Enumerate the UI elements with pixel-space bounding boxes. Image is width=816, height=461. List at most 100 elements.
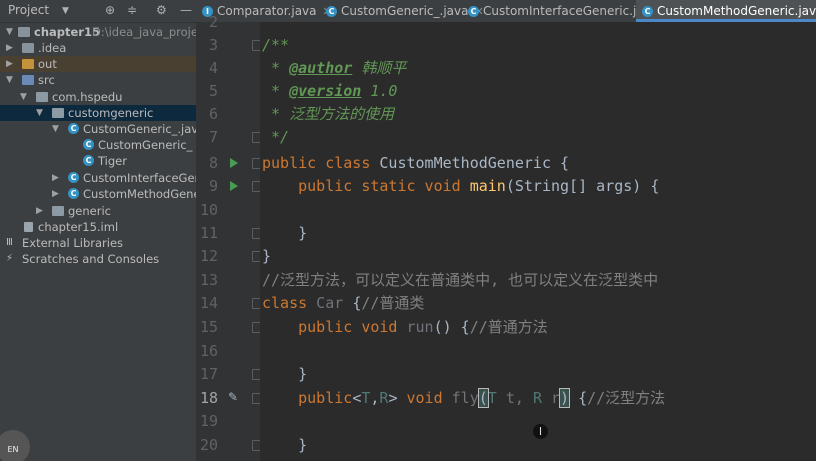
- editor-gutter[interactable]: 2 3 4 5 6 7 8 9 10 11 12 13 14 15 16 17 …: [196, 13, 261, 461]
- code-line-9: public static void main(String[] args) {: [262, 175, 659, 198]
- line-number: 16: [199, 342, 218, 360]
- class-icon: C: [83, 139, 94, 150]
- java-file-icon: C: [326, 6, 337, 17]
- keyword: public void: [262, 318, 398, 336]
- chevron-right-icon[interactable]: ▶: [52, 186, 62, 202]
- tree-item-iml[interactable]: chapter15.iml: [0, 219, 196, 235]
- line-number: 8: [208, 154, 218, 172]
- project-path: D:\idea_java_projects\ch: [92, 25, 196, 39]
- chevron-right-icon[interactable]: ▶: [52, 170, 62, 186]
- tab-custommethodgeneric[interactable]: CCustomMethodGeneric.java✕: [636, 0, 816, 22]
- code-text: {: [352, 294, 362, 312]
- tree-item-custommethodgeneric[interactable]: ▶ C CustomMethodGeneric: [0, 186, 196, 202]
- java-file-icon: C: [68, 172, 79, 183]
- tree-item-class-tiger[interactable]: C Tiger: [0, 153, 196, 169]
- tab-customgeneric[interactable]: C CustomGeneric_.java ✕: [320, 0, 484, 22]
- line-number: 2: [208, 13, 218, 31]
- line-number: 9: [208, 177, 218, 195]
- code-line-8: public class CustomMethodGeneric {: [262, 152, 569, 175]
- scratches-icon: ⚡: [6, 253, 14, 264]
- tree-item-generic[interactable]: ▶ generic: [0, 203, 196, 219]
- package-icon: [36, 92, 48, 102]
- code-line-12: }: [262, 247, 272, 265]
- folder-icon: [18, 27, 30, 37]
- code-line-18: public<T,R> void fly(T t, R r) {//泛型方法: [262, 387, 665, 410]
- line-number: 12: [199, 247, 218, 265]
- code-line-17: }: [262, 365, 308, 383]
- line-number: 10: [199, 201, 218, 219]
- tree-label: customgeneric: [68, 106, 154, 120]
- tree-label: Tiger: [98, 154, 127, 168]
- code-text: {: [569, 389, 588, 407]
- line-number: 15: [199, 318, 218, 336]
- code-text: <: [352, 389, 362, 407]
- tree-item-customgeneric[interactable]: ▼ customgeneric: [0, 105, 196, 121]
- code-line-11: }: [262, 224, 308, 242]
- tree-label: CustomGeneric_: [98, 138, 193, 152]
- tree-item-out[interactable]: ▶ out: [0, 56, 196, 72]
- folder-icon: [22, 59, 34, 69]
- tree-item-chapter15[interactable]: ▼ chapter15 D:\idea_java_projects\ch: [0, 24, 196, 40]
- code-line-13: //泛型方法，可以定义在普通类中, 也可以定义在泛型类中: [262, 271, 659, 289]
- tree-item-scratches[interactable]: ⚡ Scratches and Consoles: [0, 251, 196, 267]
- doc-comment: 韩顺平: [352, 59, 407, 77]
- code-line-4: * @author 韩顺平: [262, 57, 406, 80]
- chevron-down-icon[interactable]: ▼: [62, 6, 69, 16]
- tab-custominterfacegeneric[interactable]: CCustomInterfaceGeneric.java✕: [462, 0, 673, 22]
- keyword: public class: [262, 154, 371, 172]
- chevron-down-icon[interactable]: ▼: [36, 105, 46, 121]
- package-icon: [52, 206, 64, 216]
- tree-item-customgeneric-java[interactable]: ▼ C CustomGeneric_.java: [0, 121, 196, 137]
- line-number: 18: [199, 389, 218, 407]
- code-text: () {: [433, 318, 470, 336]
- minimize-icon[interactable]: —: [180, 3, 192, 17]
- code-line-5: * @version 1.0: [262, 80, 397, 103]
- keyword: public: [262, 389, 353, 407]
- chevron-down-icon[interactable]: ▼: [52, 121, 62, 137]
- chevron-down-icon[interactable]: ▼: [6, 24, 16, 40]
- line-number: 3: [208, 36, 218, 54]
- tree-label: CustomMethodGeneric: [83, 187, 196, 201]
- type-param: T: [487, 389, 497, 407]
- tree-label: chapter15.iml: [38, 220, 119, 234]
- chevron-right-icon[interactable]: ▶: [6, 40, 16, 56]
- tree-item-external-libraries[interactable]: Ⅲ External Libraries: [0, 235, 196, 251]
- tree-label: External Libraries: [22, 236, 124, 250]
- run-icon[interactable]: [230, 181, 238, 191]
- tree-label: CustomInterfaceGeneric: [83, 171, 196, 185]
- line-number: 14: [199, 294, 218, 312]
- matched-brace: (: [477, 388, 489, 408]
- keyword: public static void: [262, 177, 461, 195]
- folder-icon: [22, 43, 34, 53]
- chevron-right-icon[interactable]: ▶: [6, 56, 16, 72]
- project-title[interactable]: Project: [8, 3, 49, 17]
- tree-item-idea[interactable]: ▶ .idea: [0, 40, 196, 56]
- run-icon[interactable]: [230, 158, 238, 168]
- line-comment: //泛型方法: [587, 389, 666, 407]
- chevron-down-icon[interactable]: ▼: [20, 89, 30, 105]
- tree-item-com-hspedu[interactable]: ▼ com.hspedu: [0, 89, 196, 105]
- matched-brace: ): [559, 388, 571, 408]
- tree-label: .idea: [38, 41, 67, 55]
- package-icon: [52, 108, 64, 118]
- gear-icon[interactable]: ⚙: [156, 3, 167, 17]
- tree-item-custominterfacegeneric[interactable]: ▶ C CustomInterfaceGeneric: [0, 170, 196, 186]
- tree-item-class-customgeneric[interactable]: C CustomGeneric_: [0, 137, 196, 153]
- iml-file-icon: [24, 222, 33, 232]
- line-comment: //普通类: [361, 294, 425, 312]
- chevron-down-icon[interactable]: ▼: [6, 72, 16, 88]
- code-editor[interactable]: /** * @author 韩顺平 * @version 1.0 * 泛型方法的…: [260, 22, 816, 461]
- chevron-right-icon[interactable]: ▶: [36, 203, 46, 219]
- code-text: (String[] args) {: [505, 177, 660, 195]
- code-line-7: */: [262, 128, 290, 146]
- text-cursor-icon: I: [533, 424, 548, 439]
- tree-item-src[interactable]: ▼ src: [0, 72, 196, 88]
- line-number: 4: [208, 59, 218, 77]
- line-number: 5: [208, 82, 218, 100]
- locate-icon[interactable]: ⊕: [105, 3, 115, 17]
- param-name: t,: [496, 389, 533, 407]
- collapse-all-icon[interactable]: ≑: [127, 3, 137, 17]
- edit-hint-icon[interactable]: ✎: [228, 390, 238, 404]
- java-file-icon: C: [68, 188, 79, 199]
- source-folder-icon: [22, 75, 34, 85]
